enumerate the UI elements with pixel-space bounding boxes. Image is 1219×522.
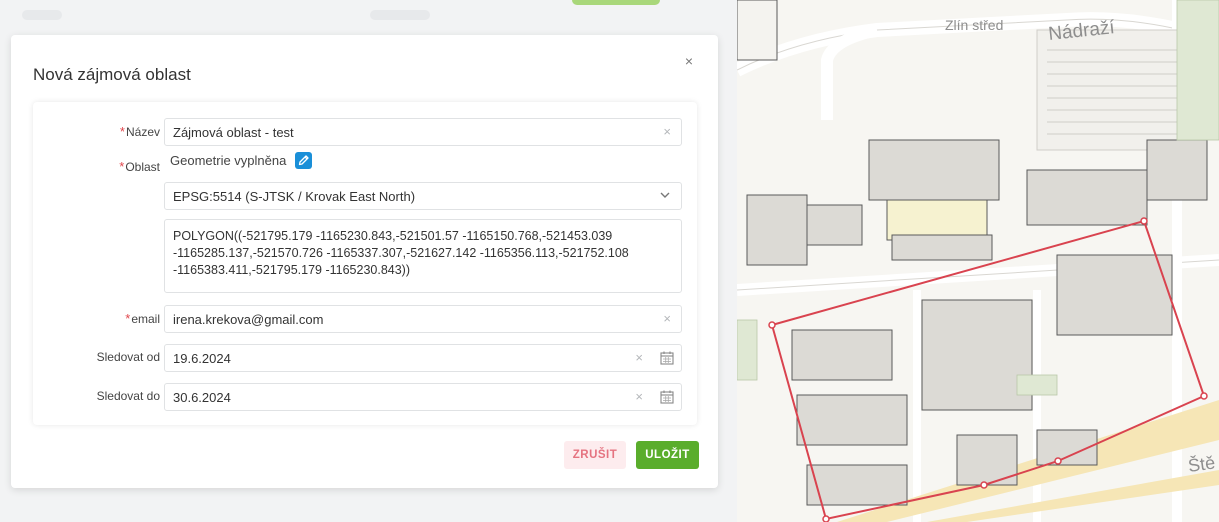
form-panel: *Název Zájmová oblast - test × *Oblast G… bbox=[33, 102, 697, 425]
chevron-down-icon[interactable] bbox=[659, 189, 671, 201]
clear-date-from-icon[interactable]: × bbox=[635, 350, 643, 365]
map-view[interactable]: Zlín střed Nádraží Ště bbox=[737, 0, 1219, 522]
backdrop-shape bbox=[370, 10, 430, 20]
email-label: *email bbox=[125, 311, 160, 326]
required-marker: * bbox=[119, 159, 125, 174]
clear-email-icon[interactable]: × bbox=[663, 311, 671, 326]
edit-geometry-button[interactable] bbox=[295, 152, 312, 169]
watch-from-date-input[interactable]: 19.6.2024 × bbox=[164, 344, 682, 372]
new-area-dialog: Nová zájmová oblast × *Název Zájmová obl… bbox=[11, 35, 718, 488]
map-label-street: Ště bbox=[1187, 451, 1217, 476]
required-marker: * bbox=[119, 124, 125, 139]
geometry-status: Geometrie vyplněna bbox=[170, 153, 287, 168]
save-button[interactable]: ULOŽIT bbox=[636, 441, 699, 469]
clear-name-icon[interactable]: × bbox=[663, 124, 671, 139]
backdrop-shape bbox=[22, 10, 62, 20]
name-input[interactable]: Zájmová oblast - test × bbox=[164, 118, 682, 146]
cancel-button[interactable]: ZRUŠIT bbox=[564, 441, 626, 469]
dialog-title: Nová zájmová oblast bbox=[33, 65, 191, 84]
calendar-icon[interactable] bbox=[659, 350, 675, 366]
backdrop-green-button bbox=[572, 0, 660, 5]
area-label: *Oblast bbox=[119, 159, 160, 174]
watch-to-date-input[interactable]: 30.6.2024 × bbox=[164, 383, 682, 411]
map-canvas[interactable]: Zlín střed Nádraží Ště bbox=[737, 0, 1219, 522]
required-marker: * bbox=[125, 311, 131, 326]
map-label-district: Zlín střed bbox=[945, 17, 1003, 33]
pencil-icon bbox=[298, 155, 309, 166]
clear-date-to-icon[interactable]: × bbox=[635, 389, 643, 404]
crs-select[interactable]: EPSG:5514 (S-JTSK / Krovak East North) bbox=[164, 182, 682, 210]
watch-to-label: Sledovat do bbox=[96, 389, 160, 403]
name-label: *Název bbox=[119, 124, 160, 139]
calendar-icon[interactable] bbox=[659, 389, 675, 405]
wkt-textarea[interactable]: POLYGON((-521795.179 -1165230.843,-52150… bbox=[164, 219, 682, 293]
email-field[interactable]: irena.krekova@gmail.com × bbox=[164, 305, 682, 333]
watch-from-label: Sledovat od bbox=[96, 350, 160, 364]
close-icon[interactable]: × bbox=[681, 53, 697, 69]
